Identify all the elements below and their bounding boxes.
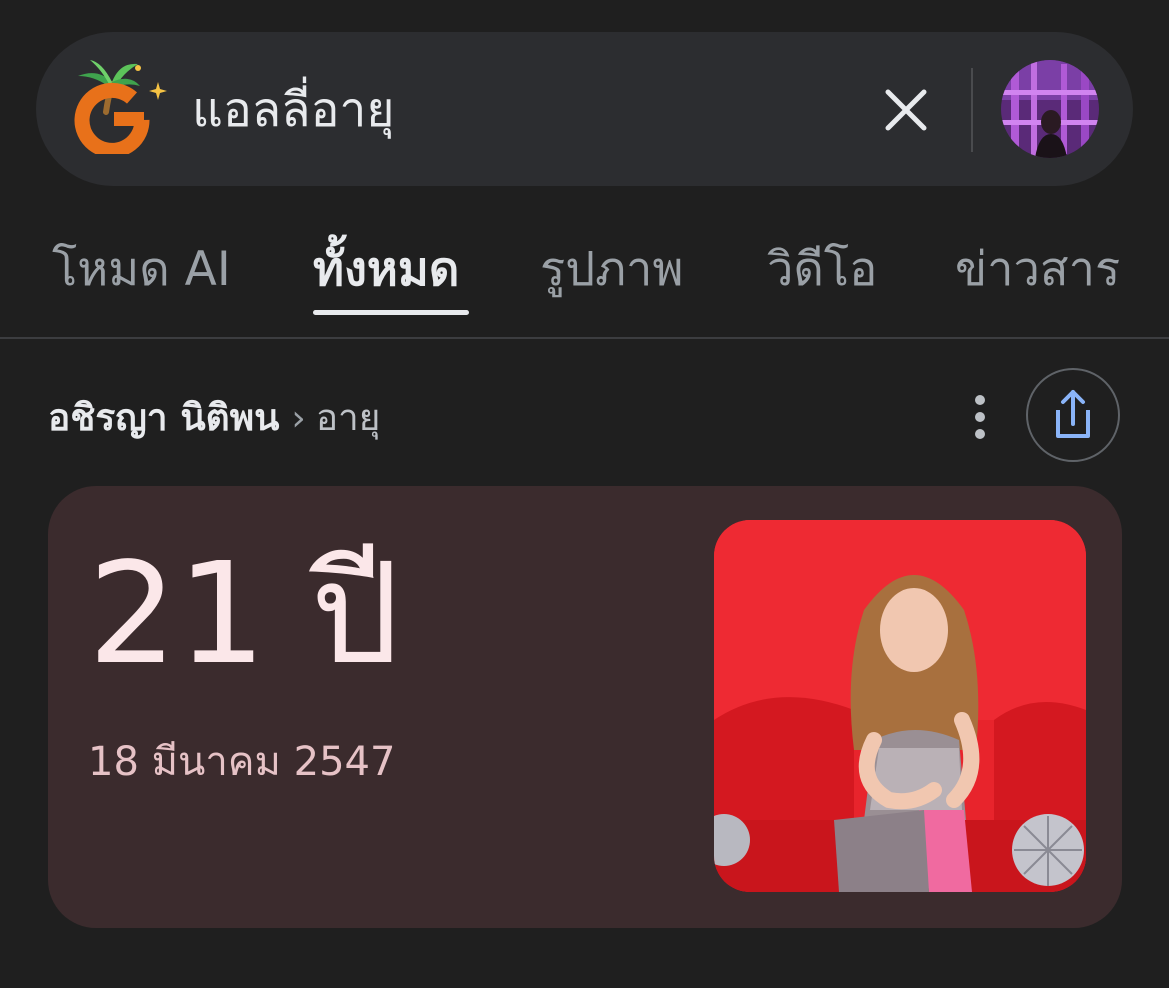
more-options-icon[interactable]: [962, 390, 998, 444]
tab-videos[interactable]: วิดีโอ: [767, 240, 877, 300]
search-results-page: แอลลี่อายุ โหมด AI ทั้งหมด รูปภาพ วิดีโอ…: [0, 0, 1169, 988]
breadcrumb-separator: ›: [291, 398, 306, 439]
tab-all[interactable]: ทั้งหมด: [313, 240, 459, 300]
breadcrumb-entity[interactable]: อชิรญา นิติพน: [48, 396, 279, 439]
breadcrumb-attribute: อายุ: [315, 396, 381, 439]
breadcrumb: อชิรญา นิติพน › อายุ: [48, 392, 381, 444]
tabs-divider: [0, 337, 1169, 339]
search-divider: [971, 68, 973, 152]
active-tab-indicator: [313, 310, 469, 315]
tab-news[interactable]: ข่าวสาร: [955, 240, 1120, 300]
google-doodle-logo-icon[interactable]: [68, 54, 172, 154]
user-avatar[interactable]: [1001, 60, 1099, 158]
person-photo[interactable]: [714, 520, 1086, 892]
age-value: 21 ปี: [88, 533, 400, 696]
search-query-text[interactable]: แอลลี่อายุ: [192, 80, 395, 140]
close-icon[interactable]: [876, 80, 936, 140]
share-icon: [1056, 390, 1090, 438]
tab-ai-mode[interactable]: โหมด AI: [52, 240, 231, 300]
tab-images[interactable]: รูปภาพ: [540, 240, 683, 300]
search-tabs: โหมด AI ทั้งหมด รูปภาพ วิดีโอ ข่าวสาร: [0, 226, 1169, 338]
birth-date: 18 มีนาคม 2547: [88, 739, 396, 785]
share-button[interactable]: [1026, 368, 1120, 462]
